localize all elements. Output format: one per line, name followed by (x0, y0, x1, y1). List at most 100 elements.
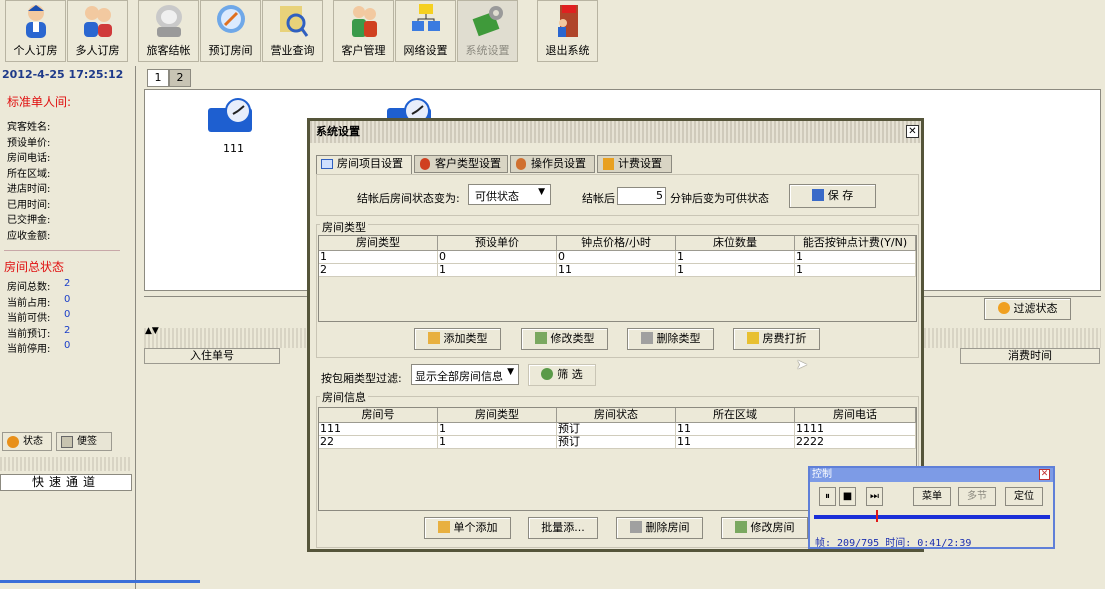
table-cell[interactable]: 1 (438, 436, 557, 449)
pause-button[interactable]: ⏸ (819, 487, 836, 506)
business-query-button[interactable]: 营业查询 (262, 0, 323, 62)
group-booking-button[interactable]: 多人订房 (67, 0, 128, 62)
table-cell[interactable]: 11 (676, 436, 795, 449)
table-cell[interactable]: 22 (319, 436, 438, 449)
collapse-arrows-icon[interactable]: ▲▼ (145, 326, 159, 336)
column-header[interactable]: 钟点价格/小时 (557, 236, 676, 251)
save-icon (811, 189, 824, 201)
add-type-button[interactable]: 添加类型 (414, 328, 501, 350)
column-header[interactable]: 房间电话 (795, 408, 916, 423)
column-header[interactable]: 预设单价 (438, 236, 557, 251)
table-cell[interactable]: 111 (319, 423, 438, 436)
quick-channel[interactable]: 快速通道 (0, 474, 132, 491)
table-cell[interactable]: 1 (676, 264, 795, 277)
tab-operator[interactable]: 操作员设置 (510, 155, 595, 173)
single-booking-button[interactable]: 个人订房 (5, 0, 66, 62)
exit-button[interactable]: 退出系统 (537, 0, 598, 62)
network-settings-button[interactable]: 网络设置 (395, 0, 456, 62)
column-header-checkin-no[interactable]: 入住单号 (144, 348, 280, 364)
room-status-title: 房间总状态 (4, 260, 65, 274)
minutes-suffix-label: 分钟后变为可供状态 (670, 192, 769, 205)
delete-type-button[interactable]: 删除类型 (627, 328, 714, 350)
used-time-label: 已用时间: (7, 200, 51, 211)
checkout-status-select[interactable]: 可供状态 ▼ (468, 184, 551, 205)
status-available-value: 0 (64, 309, 71, 320)
stop-icon: ■ (842, 491, 853, 502)
page-tab-2[interactable]: 2 (169, 69, 191, 87)
next-icon: ⏭ (870, 491, 879, 502)
column-header[interactable]: 房间号 (319, 408, 438, 423)
column-header[interactable]: 房间类型 (438, 408, 557, 423)
datetime-display: 2012-4-25 17:25:12 (0, 67, 132, 83)
customer-management-button[interactable]: 客户管理 (333, 0, 394, 62)
next-button[interactable]: ⏭ (866, 487, 883, 506)
timeline-bar[interactable] (814, 515, 1050, 519)
edit-type-button[interactable]: 修改类型 (521, 328, 608, 350)
table-cell[interactable]: 1 (319, 251, 438, 264)
table-cell[interactable]: 1 (438, 423, 557, 436)
filter-status-button[interactable]: 过滤状态 (984, 298, 1071, 320)
table-cell[interactable]: 2 (319, 264, 438, 277)
area-label: 所在区域: (7, 169, 51, 180)
system-settings-icon (472, 6, 503, 37)
menu-button[interactable]: 菜单 (913, 487, 951, 506)
reserve-room-icon (217, 5, 245, 33)
checkout-button[interactable]: 旅客结帐 (138, 0, 199, 62)
table-cell[interactable]: 预订 (557, 436, 676, 449)
multi-section-button[interactable]: 多节 (958, 487, 996, 506)
room-filter-select[interactable]: 显示全部房间信息 ▼ (411, 364, 519, 385)
room-info-group-title: 房间信息 (320, 389, 368, 405)
page-tab-1[interactable]: 1 (147, 69, 169, 87)
edit-room-button[interactable]: 修改房间 (721, 517, 808, 539)
filter-icon (541, 368, 554, 380)
pause-icon: ⏸ (825, 491, 830, 502)
table-cell[interactable]: 1111 (795, 423, 916, 436)
table-cell[interactable]: 1 (795, 264, 916, 277)
column-header[interactable]: 所在区域 (676, 408, 795, 423)
minutes-input[interactable]: 5 (617, 187, 666, 205)
reserved-room-icon[interactable] (208, 98, 256, 134)
tab-notes[interactable]: 便签 (56, 432, 112, 451)
stop-button[interactable]: ■ (839, 487, 856, 506)
column-header[interactable]: 能否按钟点计费(Y/N) (795, 236, 916, 251)
system-settings-button[interactable]: 系统设置 (457, 0, 518, 62)
table-cell[interactable]: 1 (438, 264, 557, 277)
close-icon[interactable]: ✕ (1039, 469, 1050, 480)
status-available-label: 当前可供: (7, 313, 51, 324)
control-title-bar[interactable]: 控制 ✕ (810, 468, 1053, 482)
table-cell[interactable]: 1 (795, 251, 916, 264)
playback-status: 帧: 209/795 时间: 0:41/2:39 (815, 538, 972, 549)
tab-billing[interactable]: 计费设置 (597, 155, 672, 173)
filter-button[interactable]: 筛 选 (528, 364, 596, 386)
dialog-title-bar[interactable]: 系统设置 ✕ (310, 121, 921, 143)
column-header-consume-time[interactable]: 消费时间 (960, 348, 1100, 364)
add-room-button[interactable]: 单个添加 (424, 517, 511, 539)
table-cell[interactable]: 0 (557, 251, 676, 264)
customer-management-icon (352, 6, 377, 37)
close-icon[interactable]: ✕ (906, 125, 919, 138)
batch-add-button[interactable]: 批量添... (528, 517, 598, 539)
column-header[interactable]: 房间状态 (557, 408, 676, 423)
add-icon (437, 521, 450, 533)
locate-button[interactable]: 定位 (1005, 487, 1043, 506)
table-cell[interactable]: 11 (676, 423, 795, 436)
table-cell[interactable]: 1 (676, 251, 795, 264)
tab-customer-type[interactable]: 客户类型设置 (414, 155, 508, 173)
reserve-room-button[interactable]: 预订房间 (200, 0, 261, 62)
delete-icon (629, 521, 642, 533)
playhead-marker[interactable] (876, 510, 879, 522)
edit-icon (734, 521, 747, 533)
delete-room-button[interactable]: 删除房间 (616, 517, 703, 539)
column-header[interactable]: 床位数量 (676, 236, 795, 251)
room-discount-button[interactable]: 房费打折 (733, 328, 820, 350)
table-cell[interactable]: 11 (557, 264, 676, 277)
room-type-title: 标准单人间: (7, 95, 72, 109)
discount-icon (746, 332, 759, 344)
save-button[interactable]: 保 存 (789, 184, 876, 208)
table-cell[interactable]: 2222 (795, 436, 916, 449)
tab-room-settings[interactable]: 房间项目设置 (316, 155, 412, 174)
table-cell[interactable]: 预订 (557, 423, 676, 436)
column-header[interactable]: 房间类型 (319, 236, 438, 251)
table-cell[interactable]: 0 (438, 251, 557, 264)
tab-status[interactable]: 状态 (2, 432, 52, 451)
